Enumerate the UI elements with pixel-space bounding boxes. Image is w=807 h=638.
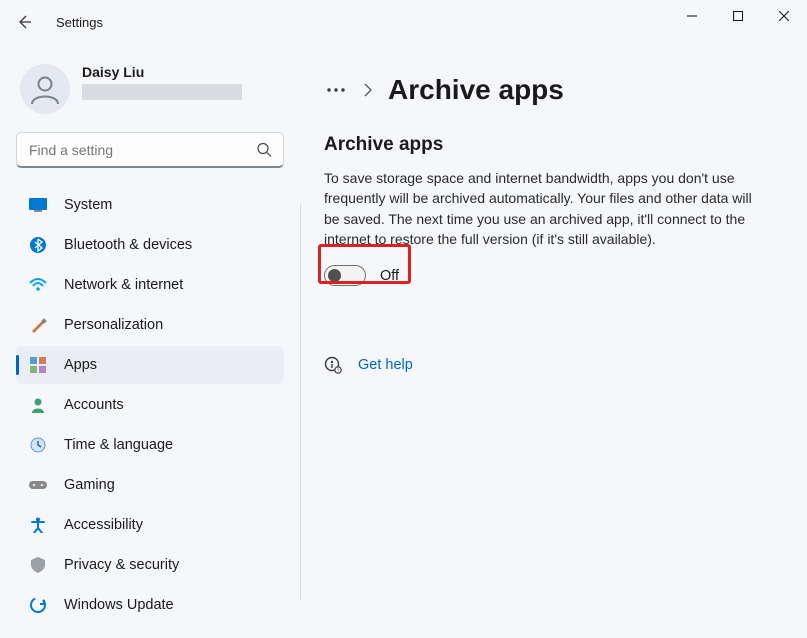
sidebar-item-time[interactable]: Time & language: [16, 426, 284, 464]
sidebar-item-bluetooth[interactable]: Bluetooth & devices: [16, 226, 284, 264]
help-icon: ?: [324, 356, 342, 374]
toggle-state-label: Off: [380, 268, 399, 284]
sidebar-item-update[interactable]: Windows Update: [16, 586, 284, 624]
bluetooth-icon: [28, 235, 48, 255]
sidebar-item-label: Accessibility: [64, 517, 143, 533]
back-button[interactable]: [8, 6, 40, 38]
sidebar-item-network[interactable]: Network & internet: [16, 266, 284, 304]
avatar: [20, 64, 70, 114]
wifi-icon: [28, 275, 48, 295]
minimize-button[interactable]: [669, 0, 715, 32]
sidebar-item-system[interactable]: System: [16, 186, 284, 224]
section-description: To save storage space and internet bandw…: [324, 168, 764, 249]
accessibility-icon: [28, 515, 48, 535]
window-title: Settings: [56, 15, 103, 30]
sidebar-item-label: Accounts: [64, 397, 124, 413]
archive-apps-toggle[interactable]: [324, 265, 366, 286]
breadcrumb-ellipsis-button[interactable]: [324, 78, 348, 102]
sidebar-item-label: Gaming: [64, 477, 115, 493]
time-icon: [28, 435, 48, 455]
section-heading: Archive apps: [324, 134, 777, 156]
sidebar-item-personalization[interactable]: Personalization: [16, 306, 284, 344]
sidebar-item-label: Time & language: [64, 437, 173, 453]
sidebar-item-label: Windows Update: [64, 597, 174, 613]
close-button[interactable]: [761, 0, 807, 32]
maximize-button[interactable]: [715, 0, 761, 32]
toggle-knob: [328, 269, 341, 282]
get-help-link[interactable]: Get help: [358, 357, 413, 373]
apps-icon: [28, 355, 48, 375]
sidebar-item-accounts[interactable]: Accounts: [16, 386, 284, 424]
sidebar-item-privacy[interactable]: Privacy & security: [16, 546, 284, 584]
sidebar-item-accessibility[interactable]: Accessibility: [16, 506, 284, 544]
sidebar-item-label: Bluetooth & devices: [64, 237, 192, 253]
user-account-block[interactable]: Daisy Liu: [20, 64, 284, 114]
sidebar-item-label: Network & internet: [64, 277, 183, 293]
brush-icon: [28, 315, 48, 335]
search-container: [16, 132, 284, 168]
sidebar-nav: System Bluetooth & devices Network & int…: [16, 186, 284, 624]
chevron-right-icon: [364, 83, 372, 97]
breadcrumb: Archive apps: [324, 74, 777, 106]
user-name: Daisy Liu: [82, 64, 242, 80]
page-title: Archive apps: [388, 74, 564, 106]
sidebar-item-apps[interactable]: Apps: [16, 346, 284, 384]
svg-text:?: ?: [337, 368, 340, 374]
gaming-icon: [28, 475, 48, 495]
update-icon: [28, 595, 48, 615]
user-email-redacted: [82, 84, 242, 100]
shield-icon: [28, 555, 48, 575]
search-icon: [257, 143, 272, 158]
search-input[interactable]: [16, 132, 284, 168]
sidebar-item-label: Personalization: [64, 317, 163, 333]
system-icon: [28, 195, 48, 215]
sidebar-item-gaming[interactable]: Gaming: [16, 466, 284, 504]
account-icon: [28, 395, 48, 415]
sidebar-item-label: Privacy & security: [64, 557, 179, 573]
vertical-separator: [300, 204, 301, 600]
sidebar-item-label: Apps: [64, 357, 97, 373]
sidebar-item-label: System: [64, 197, 112, 213]
